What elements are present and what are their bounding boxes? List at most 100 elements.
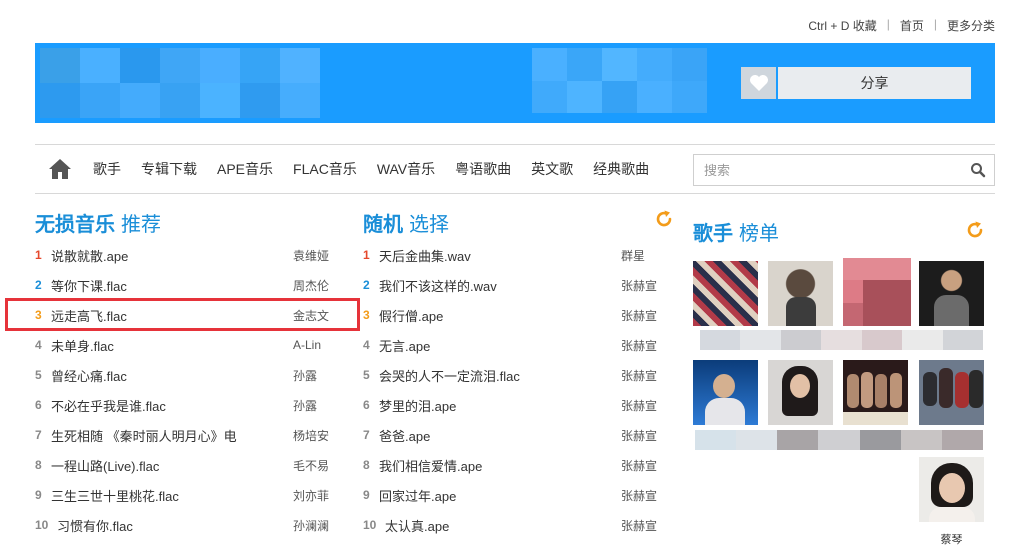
song-title[interactable]: 说散就散.ape [51, 246, 128, 265]
song-artist[interactable]: 袁维娅 [293, 247, 329, 264]
song-artist[interactable]: 张赫宣 [621, 307, 657, 324]
search-input[interactable] [694, 156, 962, 184]
list-item[interactable]: 7 生死相随 《秦时丽人明月心》电 杨培安 [35, 420, 365, 450]
rank-number: 1 [35, 248, 42, 262]
song-title[interactable]: 生死相随 《秦时丽人明月心》电 [51, 426, 237, 445]
song-title[interactable]: 会哭的人不一定流泪.flac [379, 366, 520, 385]
song-artist[interactable]: 张赫宣 [621, 367, 657, 384]
song-title[interactable]: 一程山路(Live).flac [51, 456, 159, 475]
song-artist[interactable]: 金志文 [293, 307, 329, 324]
song-artist[interactable]: 张赫宣 [621, 457, 657, 474]
list-item[interactable]: 4 无言.ape 张赫宣 [363, 330, 663, 360]
list-item[interactable]: 3 假行僧.ape 张赫宣 [363, 300, 663, 330]
singer-name[interactable]: 蔡琴 [919, 531, 984, 546]
list-item[interactable]: 3 远走高飞.flac 金志文 [35, 300, 365, 330]
song-title[interactable]: 我们不该这样的.wav [379, 276, 497, 295]
song-title[interactable]: 远走高飞.flac [51, 306, 127, 325]
refresh-icon[interactable] [965, 220, 985, 240]
logo-mosaic [40, 48, 320, 118]
home-icon[interactable] [47, 158, 73, 180]
singer-thumbnail[interactable] [768, 261, 833, 326]
list-item[interactable]: 1 说散就散.ape 袁维娅 [35, 240, 365, 270]
singers-title-sub: 榜单 [739, 223, 779, 245]
favorite-button[interactable] [741, 67, 778, 99]
song-title[interactable]: 未单身.flac [51, 336, 114, 355]
song-title[interactable]: 不必在乎我是谁.flac [51, 396, 166, 415]
song-artist[interactable]: A-Lin [293, 338, 321, 352]
list-item[interactable]: 8 一程山路(Live).flac 毛不易 [35, 450, 365, 480]
list-item[interactable]: 9 回家过年.ape 张赫宣 [363, 480, 663, 510]
home-link[interactable]: 首页 [900, 17, 924, 34]
list-item[interactable]: 10 习惯有你.flac 孙澜澜 [35, 510, 365, 540]
search-box [693, 154, 995, 186]
rank-number: 2 [363, 278, 370, 292]
song-artist[interactable]: 杨培安 [293, 427, 329, 444]
list-item[interactable]: 2 等你下课.flac 周杰伦 [35, 270, 365, 300]
more-categories-link[interactable]: 更多分类 [947, 17, 995, 34]
singer-thumbnail[interactable] [843, 258, 911, 326]
song-artist[interactable]: 孙露 [293, 397, 317, 414]
song-artist[interactable]: 孙澜澜 [293, 517, 329, 534]
singer-thumbnail[interactable] [693, 261, 758, 326]
song-artist[interactable]: 张赫宣 [621, 427, 657, 444]
list-item[interactable]: 2 我们不该这样的.wav 张赫宣 [363, 270, 663, 300]
bookmark-link[interactable]: Ctrl + D 收藏 [808, 17, 876, 34]
song-title[interactable]: 三生三世十里桃花.flac [51, 486, 179, 505]
song-title[interactable]: 等你下课.flac [51, 276, 127, 295]
recommend-title-sub: 推荐 [121, 214, 161, 236]
list-item[interactable]: 10 太认真.ape 张赫宣 [363, 510, 663, 540]
share-button[interactable]: 分享 [778, 67, 971, 99]
singer-thumbnail[interactable] [919, 457, 984, 522]
song-artist[interactable]: 张赫宣 [621, 337, 657, 354]
song-title[interactable]: 曾经心痛.flac [51, 366, 127, 385]
list-item[interactable]: 9 三生三世十里桃花.flac 刘亦菲 [35, 480, 365, 510]
singer-thumbnail[interactable] [919, 360, 984, 425]
list-item[interactable]: 7 爸爸.ape 张赫宣 [363, 420, 663, 450]
singer-captions-row-1 [700, 330, 983, 350]
song-artist[interactable]: 张赫宣 [621, 277, 657, 294]
nav-item-singers[interactable]: 歌手 [93, 159, 121, 179]
song-title[interactable]: 假行僧.ape [379, 306, 443, 325]
song-title[interactable]: 梦里的泪.ape [379, 396, 456, 415]
song-title[interactable]: 爸爸.ape [379, 426, 430, 445]
nav-item-flac[interactable]: FLAC音乐 [293, 159, 357, 179]
singer-thumbnail[interactable] [843, 360, 908, 425]
song-artist[interactable]: 群星 [621, 247, 645, 264]
refresh-icon[interactable] [654, 209, 674, 229]
song-title[interactable]: 回家过年.ape [379, 486, 456, 505]
song-title[interactable]: 无言.ape [379, 336, 430, 355]
song-artist[interactable]: 刘亦菲 [293, 487, 329, 504]
song-artist[interactable]: 周杰伦 [293, 277, 329, 294]
recommend-section-title: 无损音乐 推荐 [35, 208, 161, 237]
list-item[interactable]: 5 会哭的人不一定流泪.flac 张赫宣 [363, 360, 663, 390]
song-title[interactable]: 太认真.ape [385, 516, 449, 535]
singers-title-main: 歌手 [693, 223, 733, 245]
heart-icon [749, 75, 768, 91]
list-item[interactable]: 1 天后金曲集.wav 群星 [363, 240, 663, 270]
song-title[interactable]: 天后金曲集.wav [379, 246, 471, 265]
list-item[interactable]: 4 未单身.flac A-Lin [35, 330, 365, 360]
singer-thumbnail[interactable] [919, 261, 984, 326]
song-title[interactable]: 习惯有你.flac [57, 516, 133, 535]
search-icon[interactable] [962, 156, 994, 184]
nav-item-wav[interactable]: WAV音乐 [377, 159, 435, 179]
nav-item-english[interactable]: 英文歌 [531, 159, 573, 179]
singer-thumbnail[interactable] [693, 360, 758, 425]
nav-item-classic[interactable]: 经典歌曲 [593, 159, 649, 179]
nav-item-ape[interactable]: APE音乐 [217, 159, 273, 179]
song-artist[interactable]: 张赫宣 [621, 487, 657, 504]
nav-item-album-download[interactable]: 专辑下载 [141, 159, 197, 179]
song-artist[interactable]: 毛不易 [293, 457, 329, 474]
song-artist[interactable]: 孙露 [293, 367, 317, 384]
list-item[interactable]: 6 不必在乎我是谁.flac 孙露 [35, 390, 365, 420]
list-item[interactable]: 8 我们相信爱情.ape 张赫宣 [363, 450, 663, 480]
list-item[interactable]: 6 梦里的泪.ape 张赫宣 [363, 390, 663, 420]
song-artist[interactable]: 张赫宣 [621, 517, 657, 534]
song-artist[interactable]: 张赫宣 [621, 397, 657, 414]
nav-item-cantonese[interactable]: 粤语歌曲 [455, 159, 511, 179]
singer-thumbnail[interactable] [768, 360, 833, 425]
list-item[interactable]: 5 曾经心痛.flac 孙露 [35, 360, 365, 390]
song-title[interactable]: 我们相信爱情.ape [379, 456, 482, 475]
banner-mosaic-right [532, 48, 737, 113]
rank-number: 8 [363, 458, 370, 472]
